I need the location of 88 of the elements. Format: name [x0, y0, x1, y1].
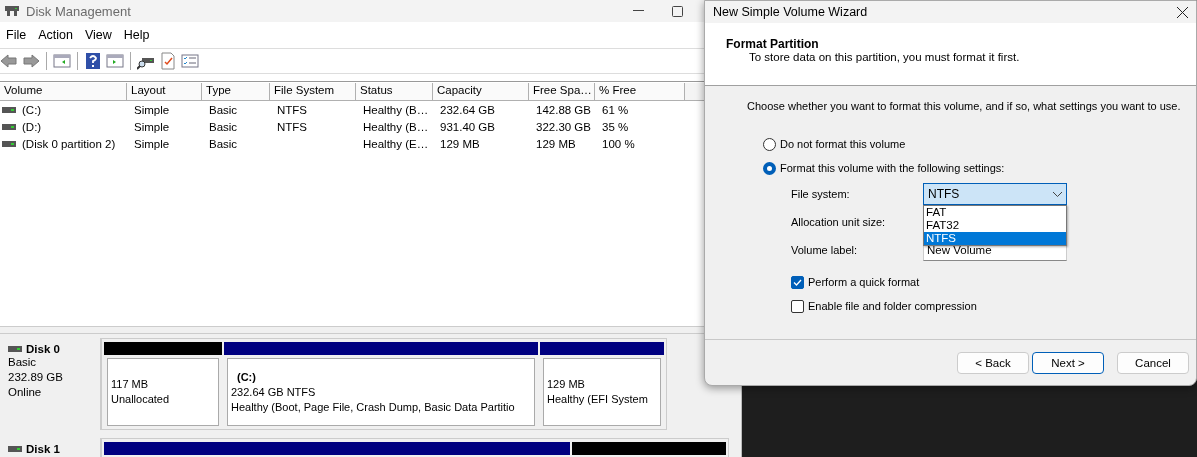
partition-status: Healthy (Boot, Page File, Crash Dump, Basic Data Partitio	[231, 399, 516, 415]
drive-icon	[2, 140, 16, 147]
drive-icon	[2, 123, 16, 130]
disk-info: Online	[8, 385, 43, 400]
column-header[interactable]: Volume	[0, 83, 127, 101]
menu-item[interactable]: Help	[117, 28, 156, 42]
app-icon	[4, 4, 20, 18]
chevron-down-icon	[1053, 191, 1062, 197]
disk-info: Basic	[8, 355, 38, 370]
table-cell-text: Simple	[133, 120, 171, 133]
back-arrow-icon[interactable]	[0, 52, 18, 70]
table-cell-text: Healthy (E…	[362, 137, 430, 150]
table-cell-text: NTFS	[276, 103, 309, 116]
partition-title: (C:)	[236, 369, 257, 385]
menu-item[interactable]: View	[78, 28, 118, 42]
partition-block[interactable]: 117 MB Unallocated	[107, 358, 219, 426]
table-cell-text: 129 MB	[535, 137, 577, 150]
dialog-button[interactable]: Next >	[1032, 351, 1104, 374]
drive-icon	[2, 106, 16, 113]
dropdown-option[interactable]: FAT	[924, 206, 1066, 219]
minimize-icon[interactable]	[633, 10, 644, 12]
radio-button[interactable]	[763, 161, 776, 175]
checkbox-label: Perform a quick format	[808, 276, 920, 288]
window-title: Disk Management	[26, 3, 132, 19]
table-cell-text: Healthy (B…	[362, 120, 430, 133]
drive-icon	[8, 446, 22, 452]
table-cell-text: 232.64 GB	[439, 103, 496, 116]
column-header[interactable]: Layout	[127, 83, 202, 101]
checkbox[interactable]	[791, 299, 804, 313]
table-cell-text: Simple	[133, 137, 171, 150]
dialog-button[interactable]: < Back	[957, 351, 1029, 374]
properties-icon[interactable]	[181, 52, 199, 70]
radio-button[interactable]	[763, 137, 776, 151]
column-header[interactable]: Capacity	[433, 83, 529, 101]
partition-block[interactable]: (C:) 232.64 GB NTFS Healthy (Boot, Page File, Crash Dump, Basic Data Partitio	[227, 358, 535, 426]
volume-cell: (Disk 0 partition 2)	[0, 137, 127, 150]
table-cell-text: Basic	[208, 120, 239, 133]
close-icon[interactable]	[1177, 6, 1188, 18]
volume-cell: (D:)	[0, 120, 127, 133]
checkbox[interactable]	[791, 275, 804, 289]
disk-info: 232.89 GB	[8, 370, 64, 385]
option-label: Format this volume with the following settings:	[780, 162, 1005, 174]
menu-item[interactable]: File	[0, 28, 33, 42]
column-header[interactable]: % Free	[595, 83, 685, 101]
checklist-icon[interactable]	[159, 52, 177, 70]
dialog-title: New Simple Volume Wizard	[713, 5, 868, 19]
dialog-button[interactable]: Cancel	[1117, 351, 1189, 374]
column-header[interactable]: Status	[356, 83, 433, 101]
table-cell-text: 931.40 GB	[439, 120, 496, 133]
volume-cell: (C:)	[0, 103, 127, 116]
field-label: Volume label:	[791, 244, 859, 256]
option-label: Do not format this volume	[780, 138, 906, 150]
drive-icon	[8, 346, 22, 352]
table-cell-text: 322.30 GB	[535, 120, 592, 133]
dropdown-option[interactable]: FAT32	[924, 219, 1066, 232]
column-header[interactable]: Type	[202, 83, 270, 101]
column-header[interactable]: File System	[270, 83, 356, 101]
maximize-icon[interactable]	[672, 5, 683, 17]
table-cell-text: Healthy (B…	[362, 103, 430, 116]
forward-arrow-icon[interactable]	[22, 52, 40, 70]
menu-item[interactable]: Action	[32, 28, 79, 42]
field-label: Allocation unit size:	[791, 216, 887, 228]
partition-size: 129 MB	[547, 377, 586, 392]
partition-size: 117 MB	[111, 377, 150, 392]
partition-status: Healthy (EFI System	[547, 392, 649, 407]
page-heading: Format Partition	[726, 37, 820, 51]
dropdown-option[interactable]: NTFS	[924, 232, 1066, 245]
page-subheading: To store data on this partition, you must format it first.	[748, 51, 1021, 63]
instructions: Choose whether you want to format this volume, and if so, what settings you want to use.	[747, 100, 1182, 112]
table-cell-text: NTFS	[276, 120, 309, 133]
table-cell-text: 142.88 GB	[535, 103, 592, 116]
field-label: File system:	[791, 188, 851, 200]
partition-block[interactable]: 129 MB Healthy (EFI System	[543, 358, 661, 426]
table-cell-text: 100 %	[601, 137, 636, 150]
disk-name: Disk 0	[8, 343, 92, 355]
checkbox-label: Enable file and folder compression	[808, 300, 977, 312]
table-cell-text: Simple	[133, 103, 171, 116]
file-system-dropdown[interactable]: NTFS	[923, 183, 1067, 205]
table-cell-text: Basic	[208, 137, 239, 150]
column-header[interactable]: Free Spa…	[529, 83, 595, 101]
disk-name: Disk 1	[8, 443, 92, 455]
table-cell-text: 35 %	[601, 120, 630, 133]
table-cell-text: 61 %	[601, 103, 630, 116]
partition-size: 232.64 GB NTFS	[231, 384, 317, 400]
partition-status: Unallocated	[111, 392, 171, 407]
help-icon[interactable]	[84, 52, 102, 70]
table-cell-text: 129 MB	[439, 137, 481, 150]
table-cell-text: Basic	[208, 103, 239, 116]
